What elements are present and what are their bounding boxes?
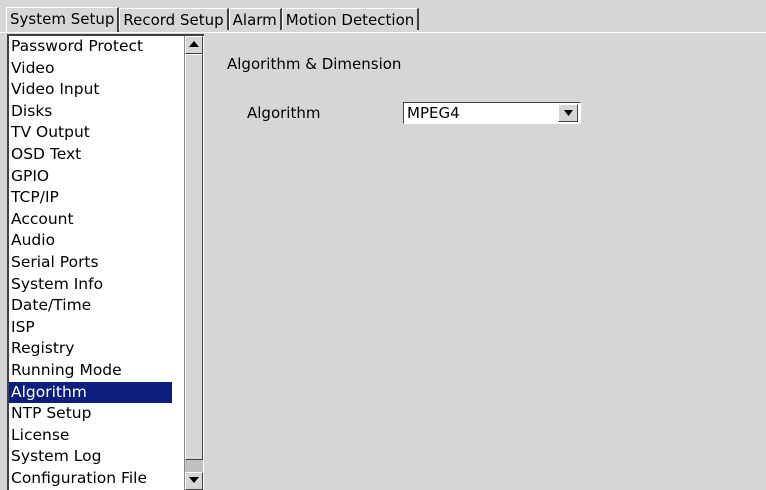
- settings-panel: Algorithm & Dimension Algorithm MPEG4: [206, 34, 766, 490]
- sidebar-item-password-protect[interactable]: Password Protect: [9, 36, 172, 58]
- tab-motion-detection[interactable]: Motion Detection: [281, 8, 420, 30]
- tab-bar: System Setup Record Setup Alarm Motion D…: [0, 0, 766, 34]
- sidebar-item-video[interactable]: Video: [9, 58, 172, 80]
- sidebar-item-audio[interactable]: Audio: [9, 230, 172, 252]
- arrow-up-icon: [189, 41, 199, 47]
- chevron-down-icon: [564, 110, 573, 116]
- tab-system-setup[interactable]: System Setup: [6, 7, 120, 32]
- algorithm-dropdown-button[interactable]: [558, 104, 578, 122]
- sidebar-item-disks[interactable]: Disks: [9, 101, 172, 123]
- algorithm-label: Algorithm: [247, 104, 321, 122]
- sidebar-item-osd-text[interactable]: OSD Text: [9, 144, 172, 166]
- sidebar-item-gpio[interactable]: GPIO: [9, 166, 172, 188]
- sidebar-item-isp[interactable]: ISP: [9, 317, 172, 339]
- scroll-down-button[interactable]: [185, 472, 203, 490]
- algorithm-select[interactable]: MPEG4: [403, 102, 581, 124]
- sidebar-item-serial-ports[interactable]: Serial Ports: [9, 252, 172, 274]
- sidebar-item-algorithm[interactable]: Algorithm: [9, 381, 172, 404]
- sidebar-item-ntp-setup[interactable]: NTP Setup: [9, 403, 172, 425]
- sidebar-scrollbar[interactable]: [184, 36, 203, 490]
- sidebar-item-system-info[interactable]: System Info: [9, 274, 172, 296]
- sidebar-item-running-mode[interactable]: Running Mode: [9, 360, 172, 382]
- sidebar-item-date-time[interactable]: Date/Time: [9, 295, 172, 317]
- tab-alarm[interactable]: Alarm: [228, 8, 282, 30]
- sidebar-item-system-log[interactable]: System Log: [9, 446, 172, 468]
- sidebar-item-license[interactable]: License: [9, 425, 172, 447]
- sidebar-item-video-input[interactable]: Video Input: [9, 79, 172, 101]
- sidebar-item-configuration-file[interactable]: Configuration File: [9, 468, 172, 490]
- section-title: Algorithm & Dimension: [227, 55, 402, 73]
- sidebar-item-tv-output[interactable]: TV Output: [9, 122, 172, 144]
- scroll-thumb[interactable]: [185, 54, 203, 460]
- tabs: System Setup Record Setup Alarm Motion D…: [6, 7, 420, 32]
- sidebar-item-account[interactable]: Account: [9, 209, 172, 231]
- algorithm-select-value: MPEG4: [407, 104, 460, 122]
- scroll-up-button[interactable]: [185, 36, 203, 54]
- sidebar-item-registry[interactable]: Registry: [9, 338, 172, 360]
- tab-record-setup[interactable]: Record Setup: [119, 8, 229, 30]
- sidebar-item-tcp-ip[interactable]: TCP/IP: [9, 187, 172, 209]
- arrow-down-icon: [189, 477, 199, 483]
- tab-divider: [0, 32, 766, 33]
- settings-sidebar: Password Protect Video Video Input Disks TV …: [7, 34, 204, 490]
- settings-list[interactable]: Password Protect Video Video Input Disks TV …: [9, 36, 172, 490]
